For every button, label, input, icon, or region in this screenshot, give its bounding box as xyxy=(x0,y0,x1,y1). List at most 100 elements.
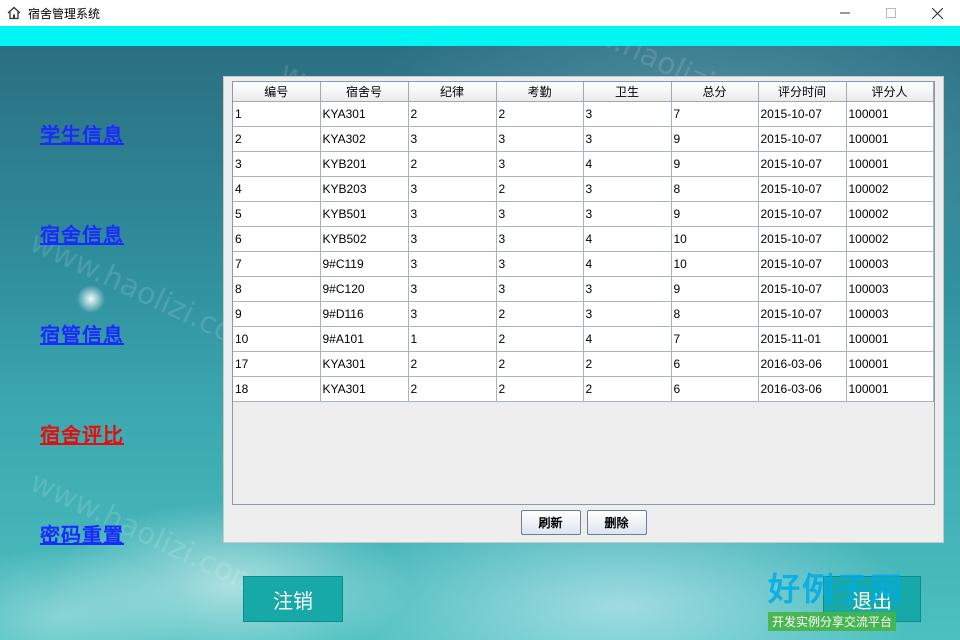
table-cell[interactable]: 2 xyxy=(583,351,672,377)
table-cell[interactable]: 4 xyxy=(583,151,672,177)
table-cell[interactable]: 9 xyxy=(671,201,759,227)
column-header[interactable]: 总分 xyxy=(671,82,759,102)
table-cell[interactable]: 9#C120 xyxy=(320,276,409,302)
column-header[interactable]: 评分人 xyxy=(846,82,934,102)
minimize-icon[interactable] xyxy=(822,0,868,26)
table-cell[interactable]: 3 xyxy=(583,201,672,227)
table-cell[interactable]: KYB203 xyxy=(320,176,409,202)
table-row[interactable]: 3 KYB201 2 3 4 9 2015-10-07 100001 xyxy=(233,151,934,177)
table-cell[interactable]: 3 xyxy=(408,276,497,302)
table-cell[interactable]: 100002 xyxy=(846,201,934,227)
table-cell[interactable]: 9 xyxy=(671,126,759,152)
table-cell[interactable]: 4 xyxy=(583,326,672,352)
table-cell[interactable]: 100001 xyxy=(846,326,934,352)
table-cell[interactable]: 2 xyxy=(496,326,584,352)
table-cell[interactable]: KYA301 xyxy=(320,101,409,127)
table-row[interactable]: 10 9#A101 1 2 4 7 2015-11-01 100001 xyxy=(233,326,934,352)
table-cell[interactable]: 3 xyxy=(583,176,672,202)
column-header[interactable]: 宿舍号 xyxy=(320,82,409,102)
table-cell[interactable]: 2015-10-07 xyxy=(758,176,847,202)
table-cell[interactable]: 2015-10-07 xyxy=(758,276,847,302)
sidebar-item-dorm-info[interactable]: 宿舍信息 xyxy=(40,219,124,248)
table-cell[interactable]: 2015-10-07 xyxy=(758,226,847,252)
table-cell[interactable]: 3 xyxy=(233,151,321,177)
table-cell[interactable]: 2016-03-06 xyxy=(758,376,847,402)
table-cell[interactable]: 3 xyxy=(408,226,497,252)
table-row[interactable]: 4 KYB203 3 2 3 8 2015-10-07 100002 xyxy=(233,176,934,202)
table-cell[interactable]: KYA301 xyxy=(320,376,409,402)
table-cell[interactable]: 7 xyxy=(671,101,759,127)
logout-button[interactable]: 注销 xyxy=(243,576,343,622)
table-cell[interactable]: 1 xyxy=(233,101,321,127)
table-cell[interactable]: 18 xyxy=(233,376,321,402)
table-row[interactable]: 2 KYA302 3 3 3 9 2015-10-07 100001 xyxy=(233,126,934,152)
table-cell[interactable]: KYB201 xyxy=(320,151,409,177)
table-cell[interactable]: 10 xyxy=(671,251,759,277)
table-cell[interactable]: 2015-10-07 xyxy=(758,101,847,127)
column-header[interactable]: 评分时间 xyxy=(758,82,847,102)
table-cell[interactable]: 100003 xyxy=(846,251,934,277)
table-cell[interactable]: 2015-10-07 xyxy=(758,126,847,152)
delete-button[interactable]: 删除 xyxy=(586,510,647,535)
table-row[interactable]: 1 KYA301 2 2 3 7 2015-10-07 100001 xyxy=(233,101,934,127)
table-row[interactable]: 8 9#C120 3 3 3 9 2015-10-07 100003 xyxy=(233,276,934,302)
column-header[interactable]: 纪律 xyxy=(408,82,497,102)
table-cell[interactable]: KYA302 xyxy=(320,126,409,152)
table-cell[interactable]: 100003 xyxy=(846,276,934,302)
table-cell[interactable]: 10 xyxy=(671,226,759,252)
table-cell[interactable]: 2015-11-01 xyxy=(758,326,847,352)
table-cell[interactable]: 7 xyxy=(671,326,759,352)
table-row[interactable]: 18 KYA301 2 2 2 6 2016-03-06 100001 xyxy=(233,376,934,402)
table-cell[interactable]: 2015-10-07 xyxy=(758,251,847,277)
table-cell[interactable]: 2 xyxy=(496,301,584,327)
table-cell[interactable]: 9 xyxy=(671,276,759,302)
table-cell[interactable]: 5 xyxy=(233,201,321,227)
table-cell[interactable]: 7 xyxy=(233,251,321,277)
refresh-button[interactable]: 刷新 xyxy=(520,510,581,535)
exit-button[interactable]: 退出 xyxy=(823,576,921,622)
table-cell[interactable]: 2015-10-07 xyxy=(758,151,847,177)
table-cell[interactable]: 2 xyxy=(408,376,497,402)
table-cell[interactable]: 8 xyxy=(233,276,321,302)
table-cell[interactable]: 3 xyxy=(496,126,584,152)
table-cell[interactable]: 2016-03-06 xyxy=(758,351,847,377)
table-row[interactable]: 6 KYB502 3 3 4 10 2015-10-07 100002 xyxy=(233,226,934,252)
table-cell[interactable]: 9#A101 xyxy=(320,326,409,352)
table-cell[interactable]: 100001 xyxy=(846,151,934,177)
table-cell[interactable]: 3 xyxy=(496,276,584,302)
table-cell[interactable]: KYB501 xyxy=(320,201,409,227)
table-cell[interactable]: 3 xyxy=(583,101,672,127)
table-cell[interactable]: 100002 xyxy=(846,226,934,252)
table-cell[interactable]: 3 xyxy=(496,226,584,252)
table-cell[interactable]: 2015-10-07 xyxy=(758,301,847,327)
column-header[interactable]: 卫生 xyxy=(583,82,672,102)
sidebar-item-manager-info[interactable]: 宿管信息 xyxy=(40,319,124,348)
table-cell[interactable]: 4 xyxy=(583,226,672,252)
table-cell[interactable]: 6 xyxy=(233,226,321,252)
table-cell[interactable]: 2 xyxy=(496,176,584,202)
table-cell[interactable]: 100001 xyxy=(846,351,934,377)
table-cell[interactable]: 3 xyxy=(583,301,672,327)
table-row[interactable]: 9 9#D116 3 2 3 8 2015-10-07 100003 xyxy=(233,301,934,327)
table-cell[interactable]: 3 xyxy=(408,201,497,227)
table-cell[interactable]: 10 xyxy=(233,326,321,352)
table-cell[interactable]: 2015-10-07 xyxy=(758,201,847,227)
sidebar-item-dorm-rating[interactable]: 宿舍评比 xyxy=(40,419,124,448)
column-header[interactable]: 考勤 xyxy=(496,82,584,102)
table-cell[interactable]: 2 xyxy=(408,351,497,377)
table-cell[interactable]: 4 xyxy=(583,251,672,277)
table-cell[interactable]: 8 xyxy=(671,176,759,202)
table-cell[interactable]: 3 xyxy=(583,276,672,302)
maximize-icon[interactable] xyxy=(868,0,914,26)
sidebar-item-student-info[interactable]: 学生信息 xyxy=(40,119,124,148)
table-cell[interactable]: 8 xyxy=(671,301,759,327)
close-icon[interactable] xyxy=(914,0,960,26)
rating-table-container[interactable]: 编号 宿舍号 纪律 考勤 卫生 总分 评分时间 评分人 1 KYA301 2 2 3 7 2015-10-… xyxy=(232,81,935,505)
table-cell[interactable]: 9 xyxy=(671,151,759,177)
table-cell[interactable]: 100001 xyxy=(846,101,934,127)
table-cell[interactable]: KYA301 xyxy=(320,351,409,377)
table-cell[interactable]: 3 xyxy=(583,126,672,152)
table-cell[interactable]: 3 xyxy=(496,201,584,227)
table-cell[interactable]: 6 xyxy=(671,351,759,377)
table-cell[interactable]: 100001 xyxy=(846,376,934,402)
